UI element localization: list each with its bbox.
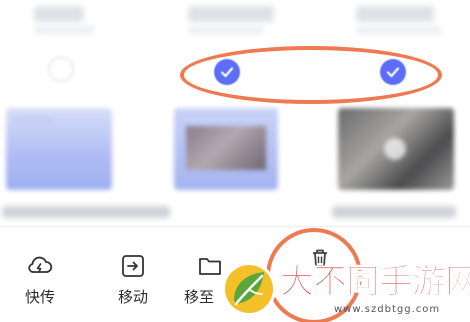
move-button[interactable]: 移动	[103, 240, 163, 310]
quick-share-label: 快传	[24, 288, 55, 306]
cloud-bolt-icon	[24, 250, 56, 282]
file-thumbnail[interactable]	[174, 108, 278, 190]
highlight-ellipse	[180, 46, 442, 104]
divider	[0, 226, 470, 227]
site-watermark: 大不同手游网 www.szdbtgg.com	[220, 256, 470, 322]
quick-share-button[interactable]: 快传	[10, 240, 70, 310]
file-meta-blurred	[188, 26, 264, 34]
file-meta-blurred	[356, 26, 442, 34]
file-thumbnail[interactable]	[6, 108, 112, 190]
file-name-blurred	[188, 6, 274, 22]
file-caption-blurred	[2, 206, 170, 218]
watermark-url: www.szdbtgg.com	[334, 304, 441, 315]
move-arrow-icon	[117, 250, 149, 282]
file-name-blurred	[34, 6, 84, 22]
file-caption-blurred	[332, 206, 456, 218]
watermark-title: 大不同手游网	[280, 262, 470, 303]
video-thumbnail[interactable]	[338, 108, 454, 190]
file-name-row	[0, 0, 470, 40]
watermark-logo-icon	[222, 262, 276, 316]
file-name-blurred	[356, 6, 434, 22]
move-label: 移动	[117, 288, 148, 306]
play-icon	[384, 138, 406, 160]
file-meta-blurred	[34, 26, 94, 34]
unchecked-checkbox[interactable]	[48, 56, 74, 82]
